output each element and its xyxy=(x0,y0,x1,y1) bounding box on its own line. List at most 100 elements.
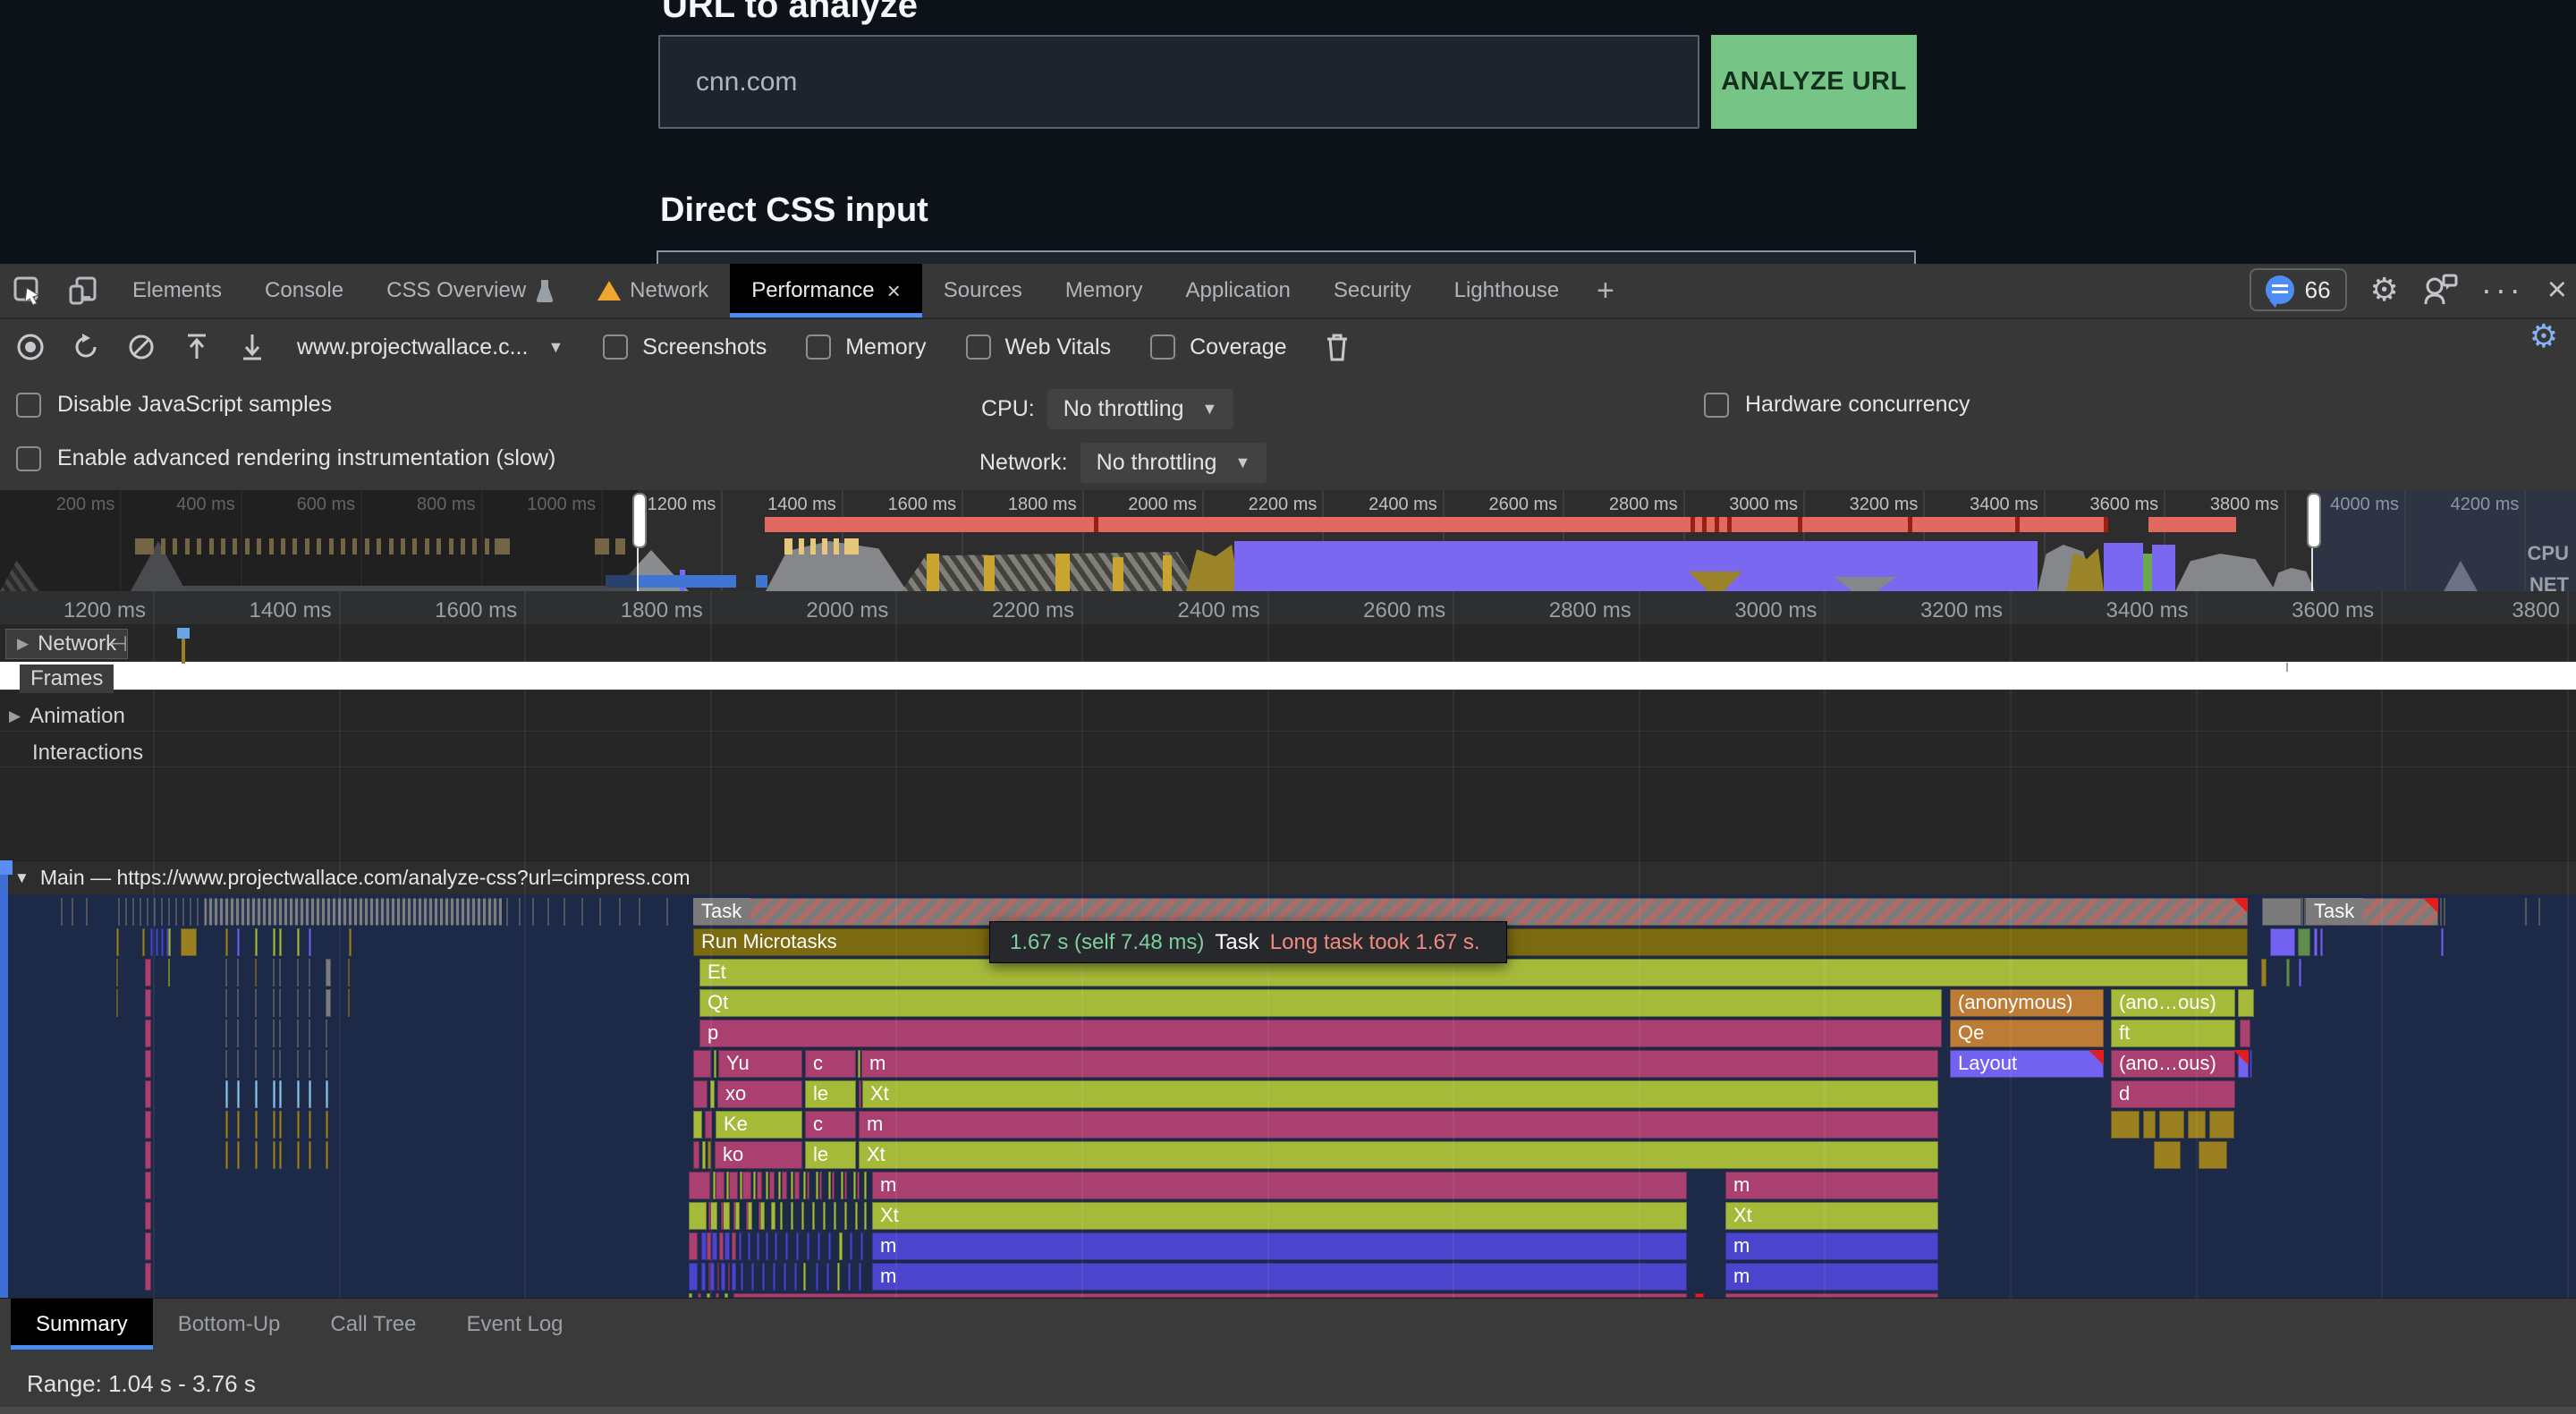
flame-bar[interactable]: (anonymous) xyxy=(1950,989,2104,1017)
flame-sliver xyxy=(175,898,177,926)
flame-sliver xyxy=(225,928,228,956)
flame-bar[interactable]: le xyxy=(805,1141,856,1169)
flame-sliver xyxy=(279,1050,281,1078)
flame-sliver xyxy=(739,1232,741,1260)
flame-bar[interactable]: ft xyxy=(2111,1020,2235,1047)
flame-sliver xyxy=(225,1141,228,1169)
flame-bar[interactable]: c xyxy=(805,1111,856,1139)
flame-sliver xyxy=(740,1172,742,1199)
flame-bar[interactable]: Yu xyxy=(718,1050,802,1078)
flame-bar xyxy=(2314,928,2318,956)
flame-sliver xyxy=(855,1202,858,1230)
flame-sliver xyxy=(279,1020,281,1047)
flame-sliver xyxy=(748,1232,750,1260)
flame-sliver xyxy=(742,1172,751,1199)
flame-sliver xyxy=(255,1020,257,1047)
flame-bar[interactable]: Qt xyxy=(699,989,1942,1017)
flame-bar[interactable]: Xt xyxy=(862,1080,1938,1108)
flame-sliver xyxy=(168,928,171,956)
flame-sliver xyxy=(154,898,156,926)
flame-sliver xyxy=(255,928,258,956)
flame-sliver xyxy=(150,928,153,956)
flame-bar[interactable]: m xyxy=(859,1111,1938,1139)
flame-bar[interactable]: m xyxy=(1725,1172,1938,1199)
flame-sliver xyxy=(713,1172,716,1199)
flame-sliver xyxy=(581,898,583,926)
flame-sliver xyxy=(785,1232,788,1260)
flame-sliver xyxy=(118,898,120,926)
flame-sliver xyxy=(780,1202,783,1230)
flame-sliver xyxy=(724,1232,730,1260)
flame-sliver xyxy=(297,1111,300,1139)
flame-sliver xyxy=(237,1020,239,1047)
flame-bar[interactable]: (ano…ous) xyxy=(2111,1050,2235,1078)
flame-bar xyxy=(204,898,503,926)
flame-bar[interactable]: d xyxy=(2111,1080,2235,1108)
flame-bar xyxy=(2262,898,2301,926)
flame-bar[interactable]: m xyxy=(861,1050,1938,1078)
flame-bar[interactable]: c xyxy=(805,1050,856,1078)
flame-sliver xyxy=(784,1263,786,1291)
flame-bar xyxy=(710,1080,715,1108)
flame-sliver xyxy=(728,1263,730,1291)
flame-sliver xyxy=(225,1111,228,1139)
flame-sliver xyxy=(309,959,310,986)
flame-bar[interactable]: Layout xyxy=(1950,1050,2104,1078)
flame-sliver xyxy=(735,1202,740,1230)
flame-bar[interactable]: Xt xyxy=(1725,1202,1938,1230)
flame-sliver xyxy=(197,898,199,926)
flame-sliver xyxy=(190,898,191,926)
flame-bar[interactable]: Qe xyxy=(1950,1020,2104,1047)
long-task-corner-icon xyxy=(2423,898,2438,913)
flame-sliver xyxy=(506,898,508,926)
flame-bar xyxy=(1725,1293,1938,1298)
flame-sliver xyxy=(273,1141,275,1169)
flame-sliver xyxy=(803,1263,806,1291)
flame-sliver xyxy=(751,1263,754,1291)
flame-sliver xyxy=(791,1172,793,1199)
flame-bar[interactable]: m xyxy=(1725,1232,1938,1260)
flame-bar[interactable]: Ke xyxy=(716,1111,802,1139)
flame-sliver xyxy=(145,1080,151,1108)
flame-sliver xyxy=(844,1202,847,1230)
flame-bar[interactable]: m xyxy=(872,1263,1687,1291)
flame-bar xyxy=(2159,1111,2184,1139)
flame-bar[interactable]: Xt xyxy=(859,1141,1938,1169)
flame-bar[interactable]: Task xyxy=(2306,898,2438,926)
flame-sliver xyxy=(848,1263,851,1291)
flame-sliver xyxy=(857,1172,860,1199)
flame-sliver xyxy=(326,1141,328,1169)
flame-bar[interactable]: m xyxy=(1725,1263,1938,1291)
flame-sliver xyxy=(142,928,145,956)
flame-chart[interactable]: TaskTaskRun MicrotasksEtQt(anonymous)(an… xyxy=(0,0,2576,1413)
flame-sliver xyxy=(782,1172,787,1199)
flame-sliver xyxy=(2304,898,2306,926)
flame-sliver xyxy=(819,1172,822,1199)
flame-bar[interactable]: Xt xyxy=(872,1202,1687,1230)
flame-sliver xyxy=(729,1172,738,1199)
flame-sliver xyxy=(766,1172,768,1199)
flame-sliver xyxy=(273,1020,275,1047)
flame-bar xyxy=(2270,928,2295,956)
flame-sliver xyxy=(689,1263,698,1291)
flame-sliver xyxy=(273,928,275,956)
flame-bar[interactable]: ko xyxy=(715,1141,802,1169)
flame-sliver xyxy=(309,989,310,1017)
flame-sliver xyxy=(349,928,352,956)
flame-sliver xyxy=(701,1263,706,1291)
flame-sliver xyxy=(689,1293,692,1298)
flame-bar[interactable]: le xyxy=(805,1080,856,1108)
flame-bar xyxy=(2154,1141,2181,1169)
flame-sliver xyxy=(853,1172,856,1199)
flame-bar[interactable]: p xyxy=(699,1020,1942,1047)
flame-bar[interactable]: m xyxy=(872,1172,1687,1199)
flame-bar[interactable]: (ano…ous) xyxy=(2111,989,2235,1017)
flame-bar[interactable]: xo xyxy=(717,1080,802,1108)
flame-bar xyxy=(2188,1111,2206,1139)
flame-bar xyxy=(2286,959,2290,986)
flame-bar[interactable]: m xyxy=(872,1232,1687,1260)
flame-sliver xyxy=(2538,898,2540,926)
flame-sliver xyxy=(297,1080,300,1108)
flame-sliver xyxy=(237,1141,240,1169)
flame-bar xyxy=(2299,959,2301,986)
